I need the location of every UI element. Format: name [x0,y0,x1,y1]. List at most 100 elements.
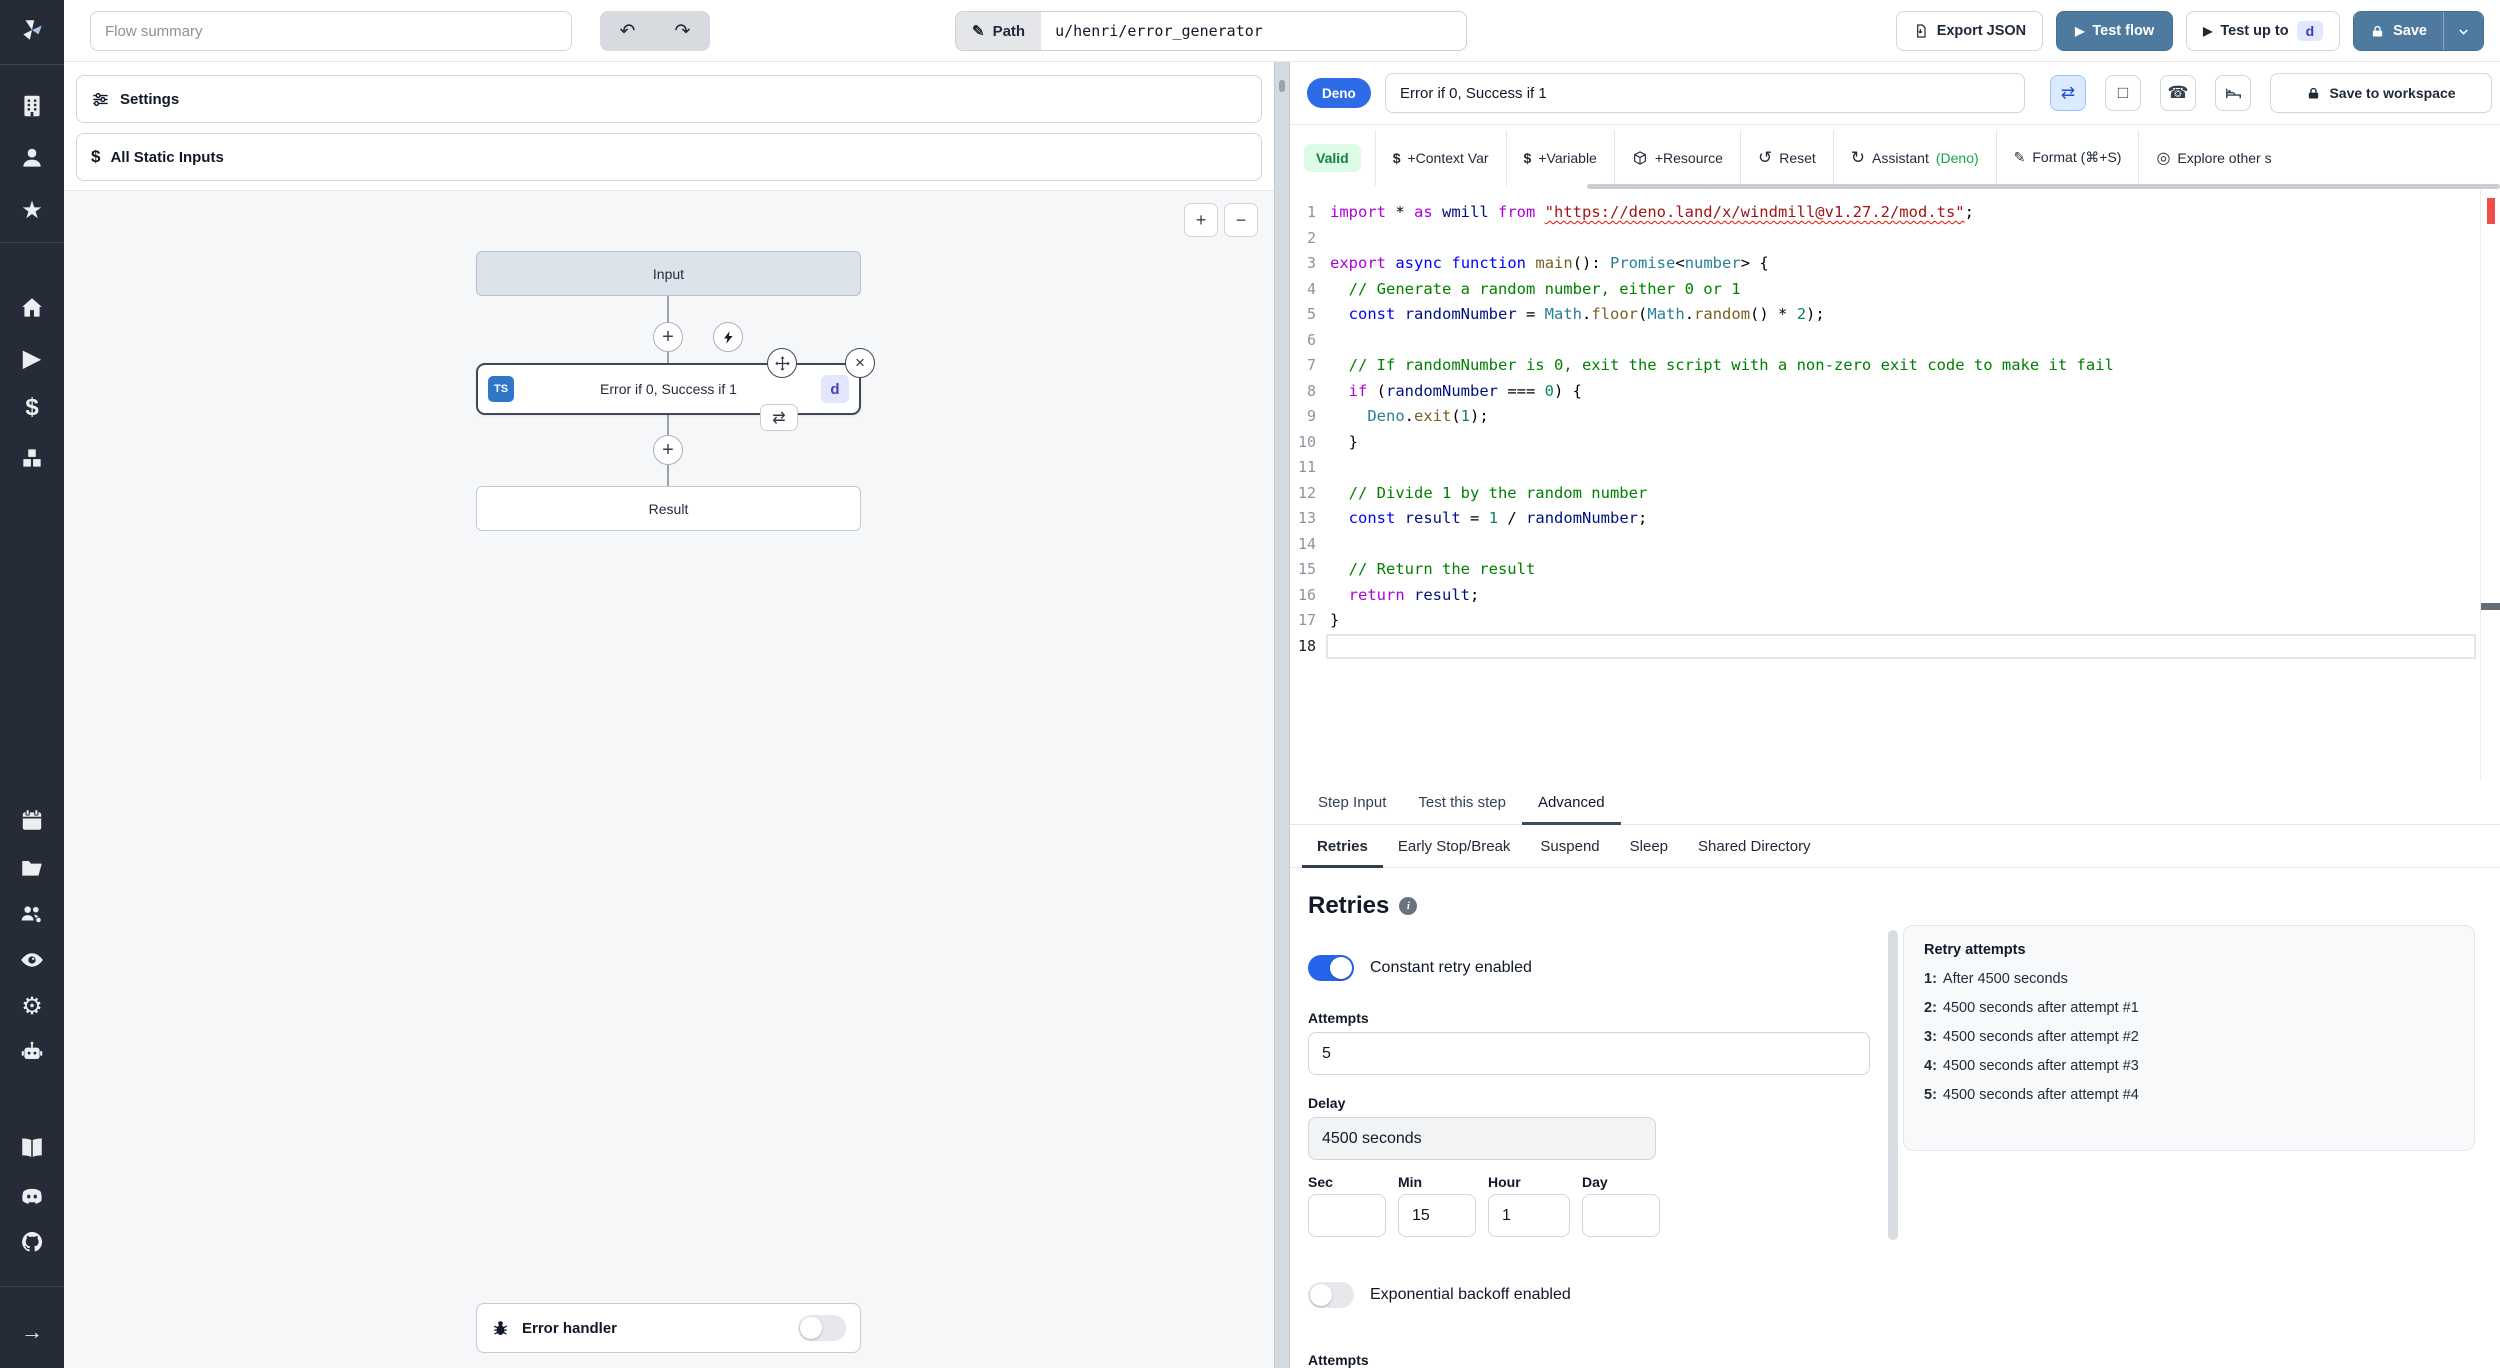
tab-test-this-step[interactable]: Test this step [1402,780,1522,824]
code-line[interactable]: 16 return result; [1290,583,2500,609]
code-line[interactable]: 2 [1290,226,2500,252]
book-docs-icon[interactable] [0,1128,64,1168]
panel-scrollbar[interactable] [1888,930,1898,1240]
tab-step-input[interactable]: Step Input [1302,780,1402,824]
building-icon[interactable] [0,86,64,126]
code-line[interactable]: 10 } [1290,430,2500,456]
github-icon[interactable] [0,1222,64,1262]
flow-input-node[interactable]: Input [476,251,861,296]
code-line[interactable]: 14 [1290,532,2500,558]
code-line[interactable]: 18 [1290,633,2500,660]
add-step-button[interactable]: + [653,435,683,465]
app-sidebar: ★ ▶ $ ⚙ → [0,0,64,1368]
save-to-workspace-button[interactable]: Save to workspace [2270,73,2492,113]
exponential-backoff-toggle[interactable] [1308,1282,1354,1308]
robot-workers-icon[interactable] [0,1032,64,1072]
redo-button[interactable]: ↷ [655,11,710,51]
eye-audit-icon[interactable] [0,940,64,980]
trigger-bolt-button[interactable] [713,322,743,352]
code-line[interactable]: 17} [1290,608,2500,634]
attempts-input[interactable] [1308,1032,1870,1075]
save-button[interactable]: Save [2354,12,2443,50]
discord-icon[interactable] [0,1176,64,1216]
delay-label: Delay [1308,1095,1346,1111]
gear-settings-icon[interactable]: ⚙ [0,986,64,1026]
code-line[interactable]: 13 const result = 1 / randomNumber; [1290,506,2500,532]
sec-input[interactable] [1308,1194,1386,1237]
test-up-to-button[interactable]: ▶ Test up to d [2186,11,2341,51]
error-marker [2487,198,2495,224]
cubes-resources-icon[interactable] [0,438,64,478]
subtab-early-stop[interactable]: Early Stop/Break [1383,825,1526,867]
retry-indicator-button[interactable]: ⇄ [760,404,798,431]
add-context-var-button[interactable]: $ +Context Var [1376,150,1506,166]
flow-result-node[interactable]: Result [476,486,861,531]
info-icon[interactable]: i [1399,897,1418,915]
explore-scripts-button[interactable]: ◎ Explore other s [2139,148,2288,168]
tab-advanced[interactable]: Advanced [1521,780,1621,825]
expand-sidebar-arrow-icon[interactable]: → [0,1312,64,1352]
retry-attempt-item: 4: 4500 seconds after attempt #3 [1924,1058,2139,1074]
path-field[interactable]: ✎ Path u/henri/error_generator [955,11,1467,51]
whitebox-button[interactable]: □ [2105,75,2141,111]
save-dropdown-button[interactable] [2443,12,2483,50]
phone-webhook-button[interactable]: ☎ [2160,75,2196,111]
hour-input[interactable] [1488,1194,1570,1237]
format-button[interactable]: ✎ Format (⌘+S) [1997,149,2139,166]
play-icon: ▶ [2203,24,2213,38]
windmill-logo-icon[interactable] [0,10,64,50]
subtab-sleep[interactable]: Sleep [1615,825,1683,867]
user-icon[interactable] [0,138,64,178]
code-line[interactable]: 12 // Divide 1 by the random number [1290,481,2500,507]
home-icon[interactable] [0,288,64,328]
flow-graph-canvas[interactable]: + − Input + TS Error if 0, Success if 1 … [64,190,1274,1368]
reset-button[interactable]: ↺ Reset [1741,148,1833,168]
play-runs-icon[interactable]: ▶ [0,338,64,378]
constant-retry-toggle[interactable] [1308,955,1354,981]
assistant-button[interactable]: ↻ Assistant (Deno) [1834,148,1996,168]
code-line[interactable]: 5 const randomNumber = Math.floor(Math.r… [1290,302,2500,328]
add-variable-button[interactable]: $ +Variable [1507,150,1614,166]
retries-toggle-button[interactable]: ⇄ [2050,75,2086,111]
add-step-button[interactable]: + [653,322,683,352]
code-line[interactable]: 6 [1290,328,2500,354]
flow-settings-button[interactable]: Settings [76,75,1262,123]
error-handler-node[interactable]: Error handler [476,1303,861,1353]
all-static-inputs-button[interactable]: $ All Static Inputs [76,133,1262,181]
flow-summary-input[interactable] [90,11,572,51]
test-flow-button[interactable]: ▶ Test flow [2056,11,2174,51]
calendar-schedules-icon[interactable] [0,800,64,840]
sleep-bed-button[interactable] [2215,75,2251,111]
user-group-icon[interactable] [0,894,64,934]
step-node-selected[interactable]: TS Error if 0, Success if 1 d [476,363,861,415]
star-icon[interactable]: ★ [0,190,64,230]
move-step-handle[interactable] [767,348,797,378]
day-input[interactable] [1582,1194,1660,1237]
code-line[interactable]: 3 export async function main(): Promise<n… [1290,251,2500,277]
min-input[interactable] [1398,1194,1476,1237]
code-line[interactable]: 4 // Generate a random number, either 0 … [1290,277,2500,303]
panel-resize-handle[interactable] [1274,62,1290,1368]
delete-step-button[interactable]: × [845,348,875,378]
folder-icon[interactable] [0,848,64,888]
export-json-button[interactable]: Export JSON [1895,11,2044,51]
code-line[interactable]: 11 [1290,455,2500,481]
zoom-in-button[interactable]: + [1184,203,1218,237]
code-line[interactable]: 8 if (randomNumber === 0) { [1290,379,2500,405]
step-title-input[interactable] [1385,73,2025,113]
code-line[interactable]: 1 import * as wmill from "https://deno.la… [1290,200,2500,226]
code-line[interactable]: 9 Deno.exit(1); [1290,404,2500,430]
code-editor[interactable]: 1 import * as wmill from "https://deno.la… [1290,190,2500,780]
undo-button[interactable]: ↶ [600,11,655,51]
subtab-suspend[interactable]: Suspend [1525,825,1614,867]
code-line[interactable]: 15 // Return the result [1290,557,2500,583]
subtab-shared-directory[interactable]: Shared Directory [1683,825,1826,867]
add-resource-button[interactable]: +Resource [1615,150,1740,166]
toolbar-scrollbar[interactable] [1587,184,2500,189]
error-handler-toggle[interactable] [798,1315,846,1341]
dollar-variables-icon[interactable]: $ [0,388,64,428]
line-number: 18 [1297,636,1316,655]
code-line[interactable]: 7 // If randomNumber is 0, exit the scri… [1290,353,2500,379]
zoom-out-button[interactable]: − [1224,203,1258,237]
subtab-retries[interactable]: Retries [1302,825,1383,868]
